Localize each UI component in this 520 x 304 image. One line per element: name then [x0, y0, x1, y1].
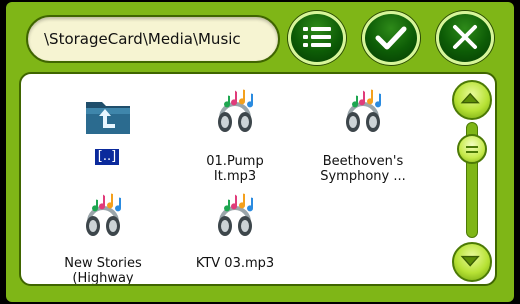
toolbar: \StorageCard\Media\Music — [6, 2, 514, 72]
path-field[interactable]: \StorageCard\Media\Music — [26, 15, 280, 63]
path-text: \StorageCard\Media\Music — [44, 30, 241, 48]
file-item-label: Beethoven's Symphony ... — [320, 154, 406, 184]
scroll-down-button[interactable] — [452, 242, 492, 282]
vertical-scrollbar[interactable] — [451, 78, 493, 282]
file-item-parent-folder[interactable]: [..] — [47, 90, 167, 180]
music-file-icon — [218, 89, 254, 132]
file-item-label: [..] — [94, 149, 120, 165]
close-button[interactable] — [436, 11, 494, 65]
scroll-up-button[interactable] — [452, 80, 492, 120]
file-item-label: New Stories (Highway — [64, 256, 142, 286]
ok-button[interactable] — [362, 11, 420, 65]
file-browser-panel: [..] 01.Pump It.mp3 Beethoven's Symphony… — [19, 72, 497, 286]
file-item[interactable]: 01.Pump It.mp3 — [175, 88, 295, 188]
close-icon — [453, 25, 477, 49]
list-icon — [303, 27, 331, 47]
file-item[interactable]: New Stories (Highway — [43, 192, 163, 286]
arrow-down-icon — [460, 255, 480, 267]
file-item-label: KTV 03.mp3 — [195, 256, 275, 271]
music-file-icon — [86, 193, 122, 236]
app-frame: \StorageCard\Media\Music [..] 01.Pump It… — [6, 2, 514, 302]
scroll-thumb[interactable] — [457, 134, 487, 164]
file-item-label: 01.Pump It.mp3 — [206, 154, 264, 184]
file-item[interactable]: Beethoven's Symphony ... — [303, 88, 423, 188]
check-icon — [375, 26, 407, 50]
list-view-button[interactable] — [288, 11, 346, 65]
arrow-up-icon — [460, 92, 480, 104]
music-file-icon — [346, 89, 382, 132]
folder-up-icon — [86, 102, 130, 134]
file-item[interactable]: KTV 03.mp3 — [175, 192, 295, 284]
music-file-icon — [218, 193, 254, 236]
